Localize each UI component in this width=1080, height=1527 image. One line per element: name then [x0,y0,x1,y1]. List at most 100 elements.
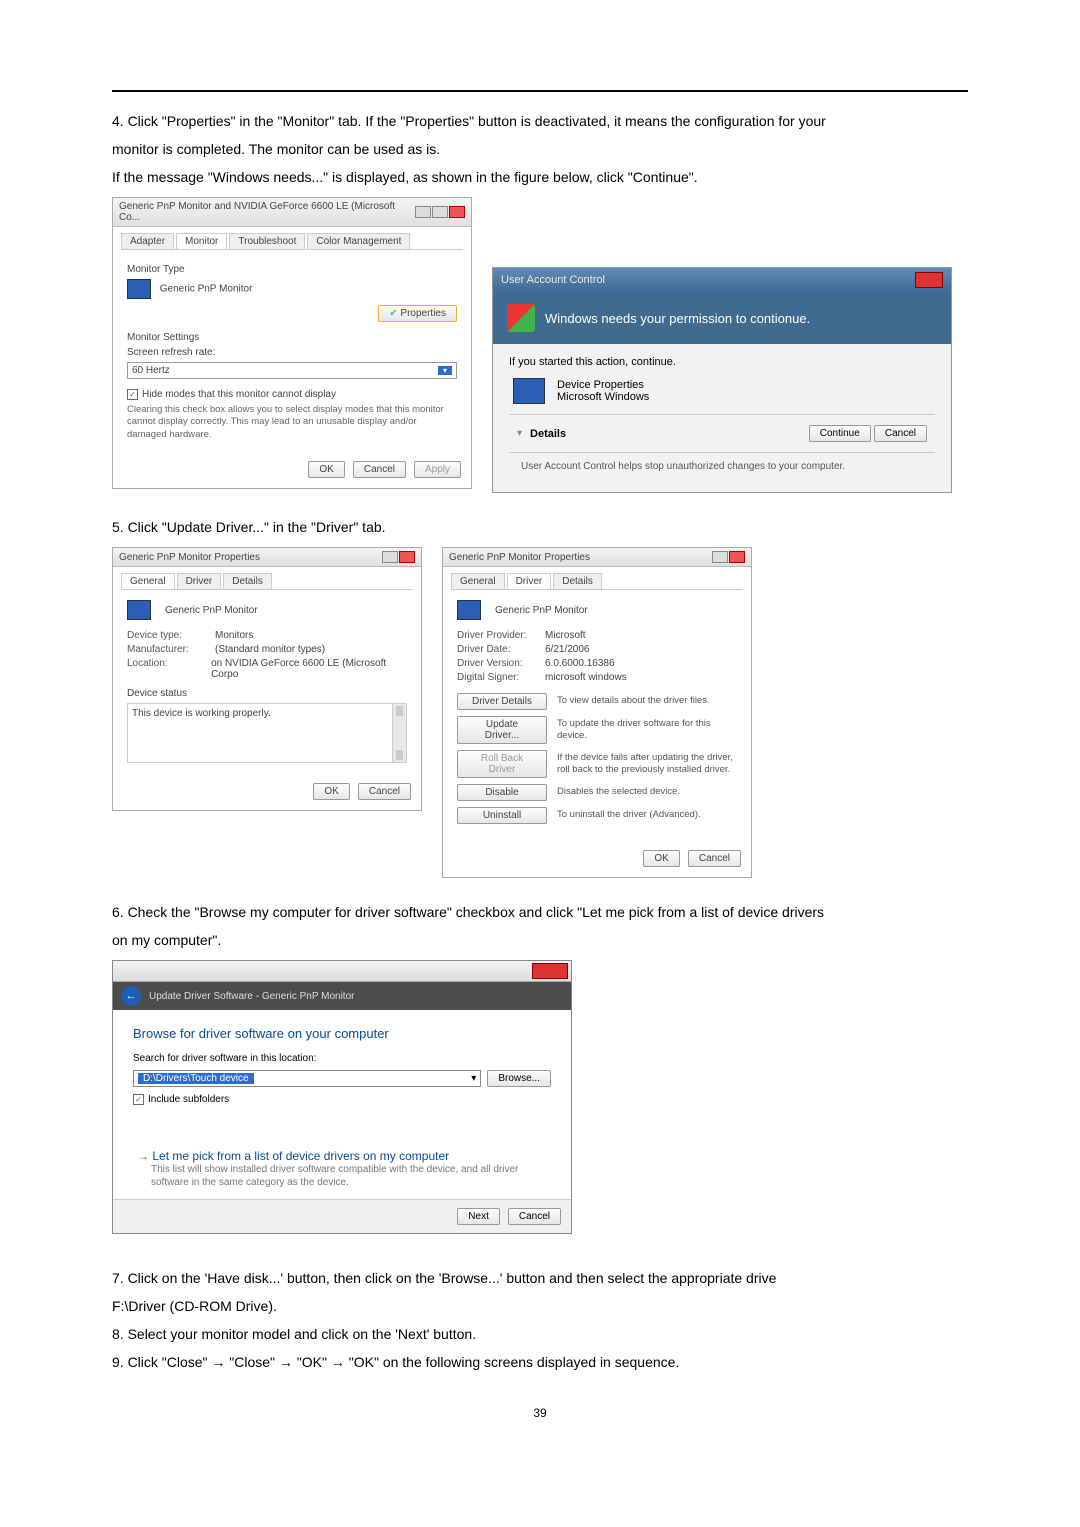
cancel-button[interactable]: Cancel [688,850,741,867]
tab-driver[interactable]: Driver [177,573,222,589]
include-subfolders-checkbox[interactable]: ✓ Include subfolders [133,1094,229,1105]
refresh-rate-label: Screen refresh rate: [127,347,457,358]
close-icon[interactable] [532,963,568,979]
dialog-title: Generic PnP Monitor and NVIDIA GeForce 6… [119,201,415,223]
dialog-title: Generic PnP Monitor Properties [119,552,260,563]
device-props-driver: Generic PnP Monitor Properties General D… [442,547,752,878]
step-5: 5. Click "Update Driver..." in the "Driv… [112,513,968,541]
kv-key: Driver Version: [457,658,545,669]
apply-button[interactable]: Apply [414,461,461,478]
kv-key: Location: [127,658,211,680]
uac-ifstarted: If you started this action, continue. [509,356,935,368]
browse-button[interactable]: Browse... [487,1070,551,1087]
help-icon[interactable] [382,551,398,563]
close-icon[interactable] [915,272,943,288]
refresh-rate-select[interactable]: 60 Hertz ▾ [127,362,457,379]
btn-desc: If the device fails after updating the d… [557,752,737,777]
step-6-line1: 6. Check the "Browse my computer for dri… [112,898,968,926]
continue-button[interactable]: Continue [809,425,871,442]
uac-program-name: Device Properties [557,379,649,391]
checkbox-icon: ✓ [127,389,138,400]
step-4-line1: 4. Click "Properties" in the "Monitor" t… [112,107,968,135]
tab-monitor[interactable]: Monitor [176,233,227,249]
monitor-type-row: Generic PnP Monitor [127,279,252,299]
rollback-driver-button[interactable]: Roll Back Driver [457,750,547,778]
driver-details-button[interactable]: Driver Details [457,693,547,710]
ok-button[interactable]: OK [308,461,344,478]
maximize-icon[interactable] [432,206,448,218]
dialog-titlebar: Generic PnP Monitor and NVIDIA GeForce 6… [113,198,471,227]
step-7-line2: F:\Driver (CD-ROM Drive). [112,1292,968,1320]
device-name: Generic PnP Monitor [165,605,258,616]
close-icon[interactable] [449,206,465,218]
path-value: D:\Drivers\Touch device [138,1073,254,1084]
cancel-button[interactable]: Cancel [508,1208,561,1225]
uac-details-toggle[interactable]: ▾ Details [517,428,566,440]
close-icon[interactable] [399,551,415,563]
uac-publisher: Microsoft Windows [557,391,649,403]
monitor-tab-dialog: Generic PnP Monitor and NVIDIA GeForce 6… [112,197,472,489]
update-driver-button[interactable]: Update Driver... [457,716,547,744]
device-status-label: Device status [127,688,407,699]
chevron-down-icon: ▾ [471,1073,476,1084]
chevron-down-icon: ▾ [438,366,452,375]
ok-button[interactable]: OK [643,850,679,867]
monitor-settings-label: Monitor Settings [127,332,457,343]
device-status-box: This device is working properly. [127,703,407,763]
close-icon[interactable] [729,551,745,563]
tab-details[interactable]: Details [223,573,272,589]
hide-modes-note: Clearing this check box allows you to se… [127,404,457,441]
tab-adapter[interactable]: Adapter [121,233,174,249]
shield-icon [507,304,535,332]
step-4-line3: If the message "Windows needs..." is dis… [112,163,968,191]
dialog-body: Monitor Type Generic PnP Monitor ✔ Prope… [113,250,471,451]
monitor-icon [127,600,151,620]
btn-desc: To uninstall the driver (Advanced). [557,809,737,821]
cancel-button[interactable]: Cancel [353,461,406,478]
device-icon [513,378,545,404]
checkbox-icon: ✓ [133,1094,144,1105]
uac-titlebar: User Account Control [493,268,951,292]
back-icon[interactable]: ← [121,986,141,1006]
device-status-text: This device is working properly. [132,708,271,719]
path-combobox[interactable]: D:\Drivers\Touch device ▾ [133,1070,481,1087]
tab-general[interactable]: General [451,573,505,589]
kv-value: microsoft windows [545,672,627,683]
step-7-line1: 7. Click on the 'Have disk...' button, t… [112,1264,968,1292]
kv-key: Driver Provider: [457,630,545,641]
refresh-rate-value: 60 Hertz [132,365,170,376]
ok-button[interactable]: OK [313,783,349,800]
figure-row-1: Generic PnP Monitor and NVIDIA GeForce 6… [112,197,968,493]
minimize-icon[interactable] [415,206,431,218]
device-name: Generic PnP Monitor [495,605,588,616]
page-number: 39 [112,1406,968,1420]
tab-troubleshoot[interactable]: Troubleshoot [229,233,305,249]
uninstall-button[interactable]: Uninstall [457,807,547,824]
help-icon[interactable] [712,551,728,563]
tab-color-mgmt[interactable]: Color Management [307,233,410,249]
tab-details[interactable]: Details [553,573,602,589]
cancel-button[interactable]: Cancel [874,425,927,442]
next-button[interactable]: Next [457,1208,500,1225]
include-subfolders-label: Include subfolders [148,1094,229,1105]
uac-action-buttons: Continue Cancel [809,425,927,442]
step-6-line2: on my computer". [112,926,968,954]
wizard-chrome [113,961,571,982]
hide-modes-checkbox[interactable]: ✓ Hide modes that this monitor cannot di… [127,389,336,400]
chevron-down-icon: ▾ [517,428,522,439]
properties-button[interactable]: ✔ Properties [378,305,457,322]
uac-program-text: Device Properties Microsoft Windows [557,379,649,403]
kv-value: Monitors [215,630,253,641]
disable-button[interactable]: Disable [457,784,547,801]
scrollbar[interactable] [392,704,406,762]
cancel-button[interactable]: Cancel [358,783,411,800]
uac-footer-text: User Account Control helps stop unauthor… [509,453,935,480]
tab-general[interactable]: General [121,573,175,589]
btn-desc: To update the driver software for this d… [557,718,737,743]
kv-value: Microsoft [545,630,586,641]
let-me-pick-link[interactable]: Let me pick from a list of device driver… [133,1145,551,1193]
tab-driver[interactable]: Driver [507,573,552,589]
kv-value: 6.0.6000.16386 [545,658,615,669]
step-8: 8. Select your monitor model and click o… [112,1320,968,1348]
link-title: Let me pick from a list of device driver… [137,1149,547,1163]
